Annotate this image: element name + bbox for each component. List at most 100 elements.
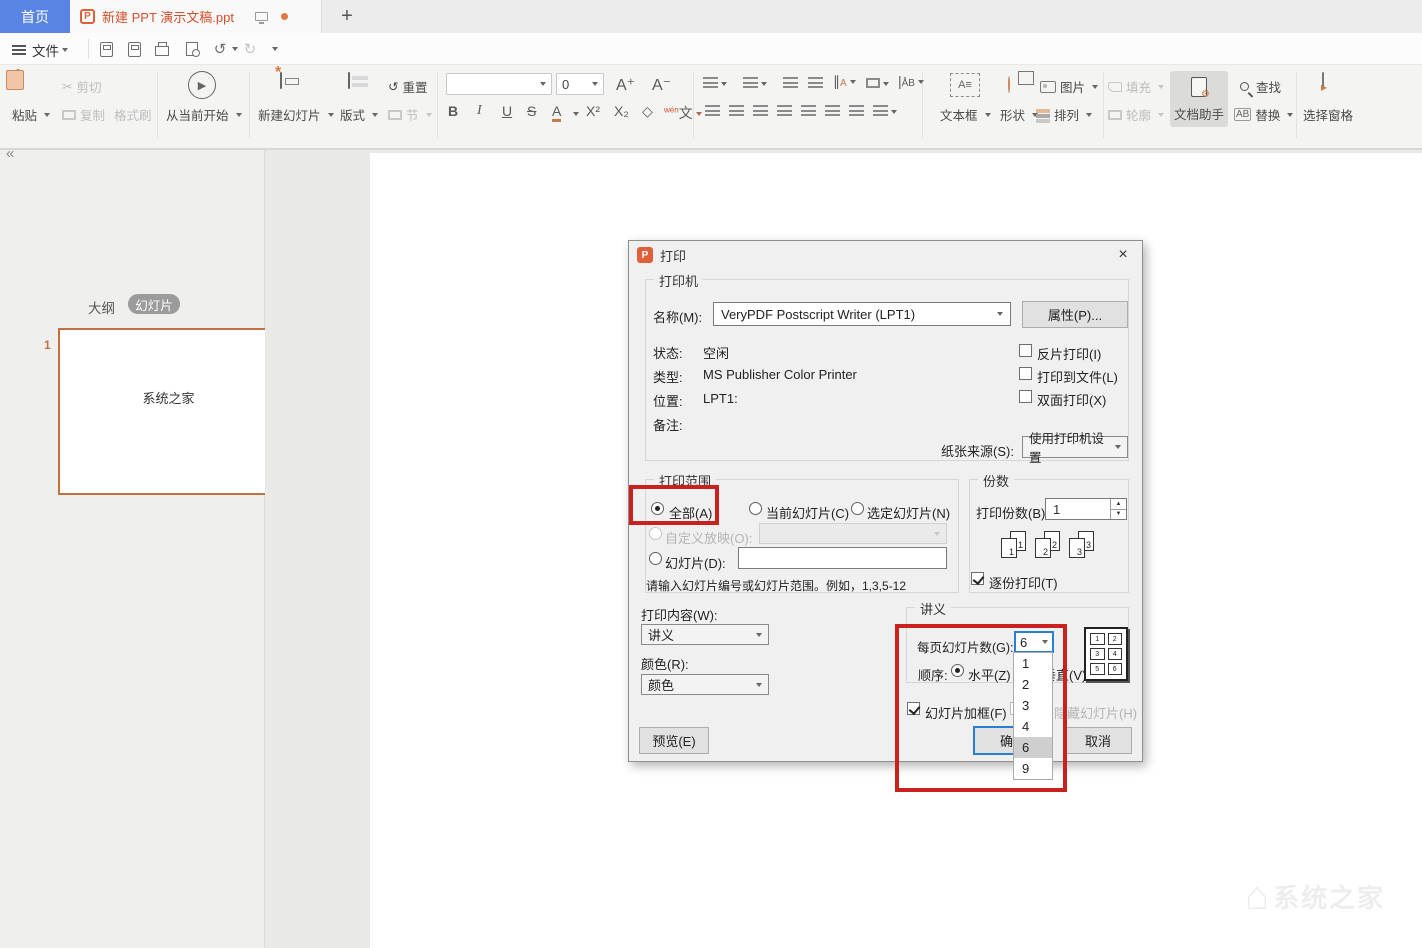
toolbar-more-button[interactable] bbox=[263, 39, 283, 59]
duplex-label[interactable]: 双面打印(X) bbox=[1037, 390, 1106, 409]
decrease-font-button[interactable]: A⁻ bbox=[652, 75, 671, 95]
align-center-button[interactable] bbox=[729, 103, 744, 119]
pinyin-button[interactable]: wén文 bbox=[664, 103, 702, 123]
print-button[interactable] bbox=[152, 39, 172, 59]
picture-button[interactable]: 图片 bbox=[1040, 77, 1098, 96]
copy-button[interactable]: 复制 bbox=[62, 105, 105, 124]
distribute-button[interactable] bbox=[801, 103, 816, 119]
superscript-button[interactable]: X² bbox=[586, 103, 600, 119]
export-button[interactable] bbox=[124, 39, 144, 59]
text-box-button[interactable]: A≡ bbox=[950, 73, 980, 97]
doc-assistant-button[interactable]: 文档助手 bbox=[1170, 71, 1228, 127]
outline-button[interactable]: 轮廓 bbox=[1108, 105, 1164, 124]
range-current-label[interactable]: 当前幻灯片(C) bbox=[766, 503, 849, 522]
char-spacing-button[interactable]: |ÅB bbox=[898, 73, 924, 89]
collapse-sidebar-button[interactable]: « bbox=[6, 145, 14, 162]
copies-count-spinner[interactable]: 1 ▲▼ bbox=[1045, 498, 1127, 520]
layout-button[interactable] bbox=[348, 73, 350, 88]
shapes-label[interactable]: 形状 bbox=[1000, 105, 1038, 124]
decrease-indent-button[interactable] bbox=[783, 75, 798, 91]
preview-button[interactable]: 预览(E) bbox=[639, 727, 709, 754]
layout-label[interactable]: 版式 bbox=[340, 105, 378, 124]
save-button[interactable] bbox=[96, 39, 116, 59]
justify-button[interactable] bbox=[777, 103, 792, 119]
replace-button[interactable]: AB替换 bbox=[1234, 105, 1293, 124]
find-button[interactable]: 查找 bbox=[1240, 77, 1281, 96]
cut-button[interactable]: ✂剪切 bbox=[62, 77, 102, 96]
subscript-button[interactable]: X₂ bbox=[614, 103, 629, 119]
selection-pane-label[interactable]: 选择窗格 bbox=[1303, 105, 1353, 124]
font-color-dropdown[interactable] bbox=[570, 105, 579, 121]
font-color-button[interactable]: A bbox=[552, 103, 561, 122]
increase-font-button[interactable]: A⁺ bbox=[616, 75, 635, 95]
font-size-combo[interactable]: 0 bbox=[556, 73, 604, 95]
paste-label[interactable]: 粘贴 bbox=[12, 105, 50, 124]
undo-button[interactable]: ↺ bbox=[210, 39, 230, 59]
duplex-checkbox[interactable] bbox=[1019, 390, 1032, 403]
home-tab[interactable]: 首页 bbox=[0, 0, 70, 33]
numbered-list-button[interactable] bbox=[743, 75, 767, 91]
text-direction-button[interactable]: ∥A bbox=[833, 73, 856, 90]
paragraph-spacing-button[interactable] bbox=[849, 103, 864, 119]
fill-button[interactable]: 填充 bbox=[1108, 77, 1164, 96]
selection-pane-button[interactable] bbox=[1322, 73, 1324, 88]
bullet-list-button[interactable] bbox=[703, 75, 727, 91]
row-spacing-button[interactable] bbox=[873, 103, 897, 119]
printer-properties-button[interactable]: 属性(P)... bbox=[1022, 301, 1128, 328]
align-right-button[interactable] bbox=[753, 103, 768, 119]
undo-dropdown[interactable] bbox=[228, 39, 238, 59]
reverse-print-checkbox[interactable] bbox=[1019, 344, 1032, 357]
font-name-combo[interactable] bbox=[446, 73, 552, 95]
color-select[interactable]: 颜色 bbox=[641, 674, 769, 695]
reverse-print-label[interactable]: 反片打印(I) bbox=[1037, 344, 1101, 363]
text-box-label[interactable]: 文本框 bbox=[940, 105, 991, 124]
section-button[interactable]: 节 bbox=[388, 105, 432, 124]
range-selected-radio[interactable] bbox=[851, 502, 864, 515]
range-slides-radio[interactable] bbox=[649, 552, 662, 565]
print-dialog-titlebar[interactable]: P 打印 bbox=[629, 241, 1142, 269]
spin-down-icon[interactable]: ▼ bbox=[1111, 510, 1126, 520]
underline-button[interactable]: U bbox=[502, 103, 512, 119]
print-content-select[interactable]: 讲义 bbox=[641, 624, 769, 645]
align-left-button[interactable] bbox=[705, 103, 720, 119]
print-preview-button[interactable] bbox=[182, 39, 202, 59]
cancel-button[interactable]: 取消 bbox=[1064, 727, 1132, 754]
increase-indent-button[interactable] bbox=[808, 75, 823, 91]
slide-thumbnail-1[interactable]: 1 系统之家 bbox=[58, 328, 279, 495]
play-from-current-button[interactable]: ▶ bbox=[188, 71, 216, 99]
line-spacing-button[interactable] bbox=[825, 103, 840, 119]
redo-button[interactable]: ↻ bbox=[240, 39, 260, 59]
format-painter-button[interactable]: 格式刷 bbox=[114, 105, 152, 124]
arrange-button[interactable]: 排列 bbox=[1036, 105, 1092, 124]
reset-button[interactable]: ↺重置 bbox=[388, 77, 428, 96]
spinner-buttons[interactable]: ▲▼ bbox=[1110, 499, 1126, 519]
paste-button[interactable] bbox=[16, 71, 20, 86]
play-from-current-label[interactable]: 从当前开始 bbox=[166, 105, 242, 124]
tab-slides[interactable]: 幻灯片 bbox=[128, 294, 180, 314]
new-tab-button[interactable]: + bbox=[334, 3, 360, 29]
chevron-down-icon bbox=[272, 47, 278, 51]
spin-up-icon[interactable]: ▲ bbox=[1111, 499, 1126, 510]
shapes-button[interactable] bbox=[1008, 77, 1010, 92]
range-current-radio[interactable] bbox=[749, 502, 762, 515]
file-menu-button[interactable]: 文件 bbox=[12, 40, 68, 60]
tab-outline[interactable]: 大纲 bbox=[88, 297, 115, 317]
range-selected-label[interactable]: 选定幻灯片(N) bbox=[867, 503, 950, 522]
italic-button[interactable]: I bbox=[477, 103, 482, 119]
slides-range-input[interactable] bbox=[738, 547, 947, 569]
close-dialog-button[interactable]: × bbox=[1112, 245, 1134, 265]
print-to-file-label[interactable]: 打印到文件(L) bbox=[1037, 367, 1118, 386]
text-frame-button[interactable] bbox=[866, 75, 889, 91]
collate-label[interactable]: 逐份打印(T) bbox=[989, 573, 1058, 592]
collate-checkbox[interactable] bbox=[971, 572, 984, 585]
clear-format-button[interactable]: ◇ bbox=[642, 103, 653, 120]
printer-name-select[interactable]: VeryPDF Postscript Writer (LPT1) bbox=[713, 302, 1011, 326]
paper-source-select[interactable]: 使用打印机设置 bbox=[1022, 436, 1128, 458]
strikethrough-button[interactable]: S bbox=[527, 103, 536, 119]
new-slide-button[interactable] bbox=[280, 73, 282, 88]
range-slides-label[interactable]: 幻灯片(D): bbox=[665, 553, 726, 572]
new-slide-label[interactable]: 新建幻灯片 bbox=[258, 105, 334, 124]
document-tab[interactable]: P 新建 PPT 演示文稿.ppt bbox=[70, 0, 322, 33]
bold-button[interactable]: B bbox=[448, 103, 458, 119]
print-to-file-checkbox[interactable] bbox=[1019, 367, 1032, 380]
